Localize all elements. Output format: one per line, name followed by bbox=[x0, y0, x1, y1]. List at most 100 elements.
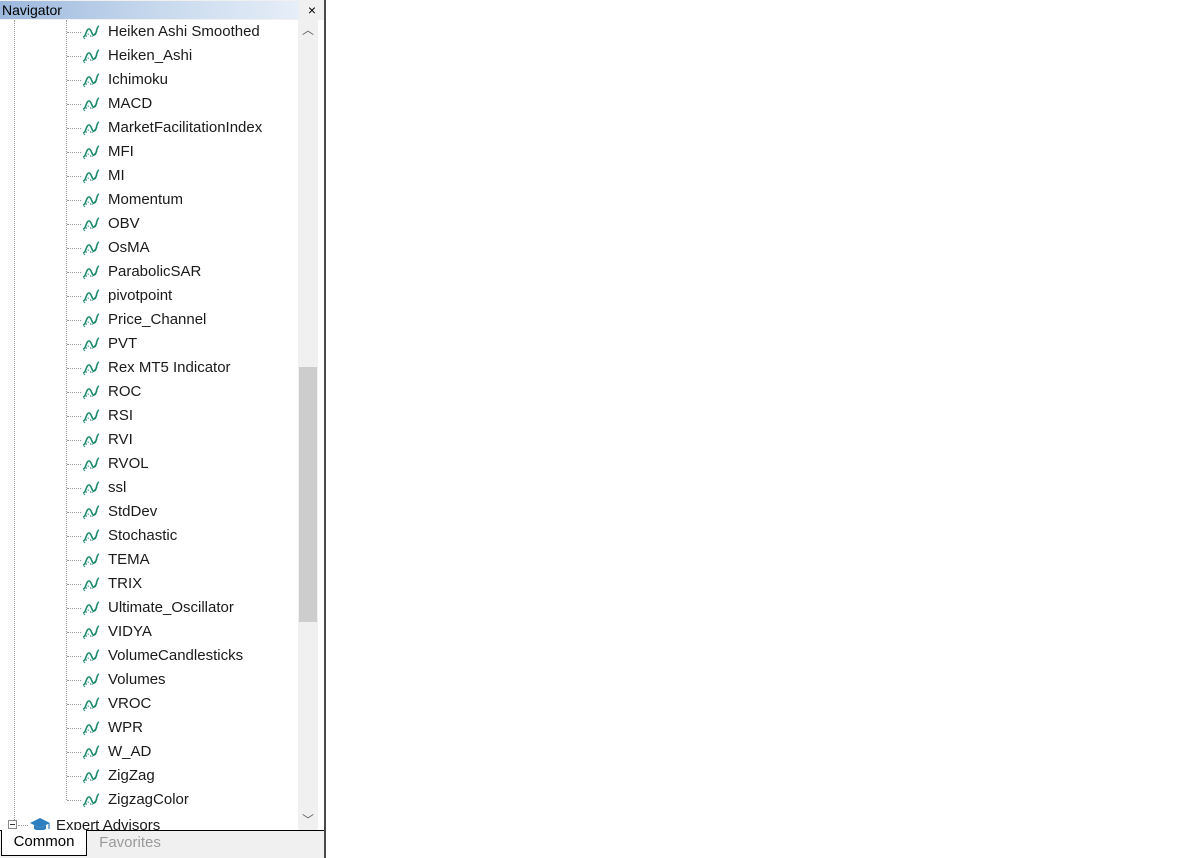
tree-connector bbox=[67, 248, 81, 249]
navigator-titlebar: Navigator × bbox=[0, 0, 324, 20]
tab-favorites[interactable]: Favorites bbox=[90, 831, 170, 857]
indicator-label: Ultimate_Oscillator bbox=[108, 599, 234, 616]
indicator-label: StdDev bbox=[108, 503, 158, 520]
indicator-label: ZigZag bbox=[108, 767, 155, 784]
tree-connector bbox=[67, 488, 81, 489]
tree-item-indicator[interactable]: ZigZag bbox=[0, 764, 298, 788]
tree-item-indicator[interactable]: MFI bbox=[0, 140, 298, 164]
tree-connector bbox=[67, 752, 81, 753]
tree-item-indicator[interactable]: Price_Channel bbox=[0, 308, 298, 332]
tree-connector bbox=[67, 152, 81, 153]
indicator-label: Volumes bbox=[108, 671, 166, 688]
indicator-label: TEMA bbox=[108, 551, 150, 568]
navigator-tree[interactable]: Expert Advisors Heiken Ashi Smoothed Heik… bbox=[0, 20, 298, 830]
indicator-label: VolumeCandlesticks bbox=[108, 647, 244, 664]
indicator-label: RVI bbox=[108, 431, 133, 448]
tree-item-indicator[interactable]: Volumes bbox=[0, 668, 298, 692]
tree-scrollbar[interactable]: ︿ ﹀ bbox=[298, 20, 318, 830]
tree-item-indicator[interactable]: TEMA bbox=[0, 548, 298, 572]
tree-item-indicator[interactable]: OsMA bbox=[0, 236, 298, 260]
indicator-line-icon bbox=[82, 361, 100, 376]
tree-item-indicator[interactable]: VROC bbox=[0, 692, 298, 716]
indicator-label: RVOL bbox=[108, 455, 149, 472]
tree-item-indicator[interactable]: OBV bbox=[0, 212, 298, 236]
indicator-label: Heiken Ashi Smoothed bbox=[108, 23, 260, 40]
tree-node-expert-advisors[interactable]: Expert Advisors bbox=[0, 814, 298, 830]
scroll-down-arrow-icon[interactable]: ﹀ bbox=[298, 810, 318, 830]
indicator-line-icon bbox=[82, 313, 100, 328]
indicator-label: TRIX bbox=[108, 575, 143, 592]
tree-item-indicator[interactable]: VolumeCandlesticks bbox=[0, 644, 298, 668]
indicator-label: W_AD bbox=[108, 743, 152, 760]
scrollbar-thumb[interactable] bbox=[299, 367, 317, 622]
tree-item-indicator[interactable]: Ichimoku bbox=[0, 68, 298, 92]
indicator-label: Ichimoku bbox=[108, 71, 169, 88]
tree-connector bbox=[67, 224, 81, 225]
indicator-line-icon bbox=[82, 769, 100, 784]
indicator-line-icon bbox=[82, 745, 100, 760]
tree-connector bbox=[67, 608, 81, 609]
collapse-expander-icon[interactable] bbox=[8, 820, 17, 829]
tree-item-indicator[interactable]: pivotpoint bbox=[0, 284, 298, 308]
tab-common[interactable]: Common bbox=[1, 830, 87, 856]
indicator-line-icon bbox=[82, 217, 100, 232]
expert-advisors-label: Expert Advisors bbox=[56, 817, 161, 830]
indicator-line-icon bbox=[82, 625, 100, 640]
tree-connector bbox=[67, 416, 81, 417]
tree-item-indicator[interactable]: ZigzagColor bbox=[0, 788, 298, 812]
indicator-label: OBV bbox=[108, 215, 140, 232]
tree-connector bbox=[67, 392, 81, 393]
indicator-label: Momentum bbox=[108, 191, 184, 208]
indicator-line-icon bbox=[82, 505, 100, 520]
tree-item-indicator[interactable]: Momentum bbox=[0, 188, 298, 212]
indicator-label: ROC bbox=[108, 383, 142, 400]
tree-item-indicator[interactable]: ssl bbox=[0, 476, 298, 500]
indicator-label: ZigzagColor bbox=[108, 791, 189, 808]
indicator-label: WPR bbox=[108, 719, 143, 736]
tree-connector bbox=[67, 464, 81, 465]
tree-item-indicator[interactable]: RVOL bbox=[0, 452, 298, 476]
tree-connector bbox=[67, 368, 81, 369]
tree-item-indicator[interactable]: RSI bbox=[0, 404, 298, 428]
indicator-label: ParabolicSAR bbox=[108, 263, 202, 280]
tree-item-indicator[interactable]: RVI bbox=[0, 428, 298, 452]
scroll-up-arrow-icon[interactable]: ︿ bbox=[298, 20, 318, 40]
tree-item-indicator[interactable]: W_AD bbox=[0, 740, 298, 764]
tree-item-indicator[interactable]: MACD bbox=[0, 92, 298, 116]
indicator-label: VROC bbox=[108, 695, 152, 712]
tree-connector bbox=[18, 825, 28, 826]
tree-item-indicator[interactable]: VIDYA bbox=[0, 620, 298, 644]
tree-connector bbox=[67, 704, 81, 705]
indicator-line-icon bbox=[82, 97, 100, 112]
tree-item-indicator[interactable]: MarketFacilitationIndex bbox=[0, 116, 298, 140]
indicator-line-icon bbox=[82, 169, 100, 184]
tree-item-indicator[interactable]: TRIX bbox=[0, 572, 298, 596]
tree-item-indicator[interactable]: ParabolicSAR bbox=[0, 260, 298, 284]
tree-item-indicator[interactable]: Rex MT5 Indicator bbox=[0, 356, 298, 380]
navigator-title: Navigator bbox=[2, 2, 62, 18]
tree-item-indicator[interactable]: MI bbox=[0, 164, 298, 188]
tree-connector bbox=[67, 200, 81, 201]
close-button[interactable]: × bbox=[301, 1, 323, 19]
navigator-panel: Navigator × Expert Advisors Heiken Ashi … bbox=[0, 0, 326, 858]
tree-connector bbox=[67, 320, 81, 321]
tree-connector bbox=[67, 56, 81, 57]
indicator-line-icon bbox=[82, 673, 100, 688]
tree-item-indicator[interactable]: Heiken_Ashi bbox=[0, 44, 298, 68]
indicator-line-icon bbox=[82, 529, 100, 544]
tree-connector bbox=[67, 104, 81, 105]
tree-item-indicator[interactable]: Ultimate_Oscillator bbox=[0, 596, 298, 620]
indicator-label: Rex MT5 Indicator bbox=[108, 359, 231, 376]
tree-item-indicator[interactable]: WPR bbox=[0, 716, 298, 740]
indicator-line-icon bbox=[82, 601, 100, 616]
tree-item-indicator[interactable]: ROC bbox=[0, 380, 298, 404]
tree-item-indicator[interactable]: Heiken Ashi Smoothed bbox=[0, 20, 298, 44]
tree-connector bbox=[67, 32, 81, 33]
tree-item-indicator[interactable]: StdDev bbox=[0, 500, 298, 524]
tree-item-indicator[interactable]: PVT bbox=[0, 332, 298, 356]
tree-connector bbox=[67, 584, 81, 585]
tree-connector bbox=[67, 656, 81, 657]
indicator-line-icon bbox=[82, 73, 100, 88]
navigator-tabs: Common Favorites bbox=[0, 830, 324, 858]
tree-item-indicator[interactable]: Stochastic bbox=[0, 524, 298, 548]
